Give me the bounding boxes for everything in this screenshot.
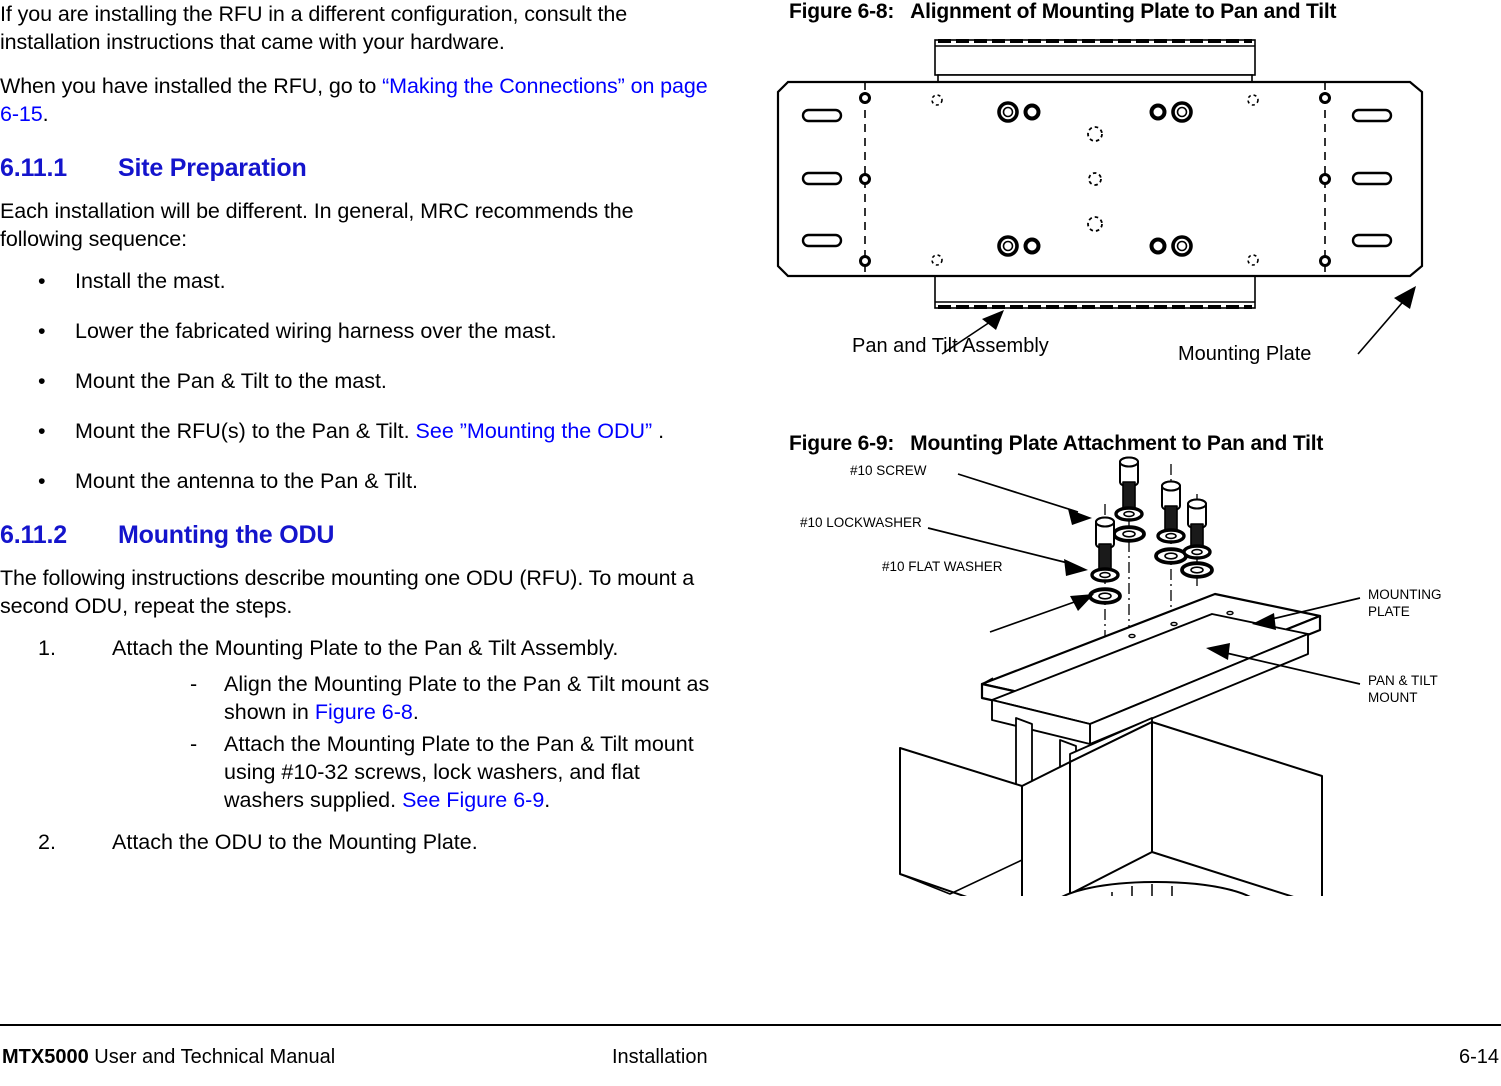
figure-6-9-number: Figure 6-9: — [789, 432, 895, 455]
paragraph-2-suffix: . — [42, 102, 49, 126]
bullet-marker-icon: • — [38, 319, 46, 343]
heading-number-6-11-1: 6.11.1 — [0, 154, 67, 182]
list-item: • Install the mast. — [0, 267, 712, 295]
page-footer: MTX5000 User and Technical Manual Instal… — [0, 1046, 1501, 1076]
intro-paragraph-2: When you have installed the RFU, go to “… — [0, 72, 712, 128]
mounting-odu-intro: The following instructions describe moun… — [0, 566, 695, 618]
step-text: Attach the Mounting Plate to the Pan & T… — [112, 636, 619, 660]
list-item: - Align the Mounting Plate to the Pan & … — [112, 670, 712, 726]
figure-6-8-number: Figure 6-8: — [789, 0, 895, 23]
page: If you are installing the RFU in a diffe… — [0, 0, 1501, 1086]
heading-title-mounting-the-odu: Mounting the ODU — [118, 521, 335, 549]
heading-number-6-11-2: 6.11.2 — [0, 521, 67, 549]
step-number: 1. — [38, 636, 56, 660]
callout-pan-and-tilt-mount: PAN & TILT MOUNT — [1368, 673, 1438, 705]
bullet-text: Lower the fabricated wiring harness over… — [75, 319, 557, 343]
bullet-text-tail: . — [652, 419, 665, 443]
step-text: Attach the ODU to the Mounting Plate. — [112, 830, 478, 854]
list-item: - Attach the Mounting Plate to the Pan &… — [112, 730, 712, 814]
bullet-text: Mount the RFU(s) to the Pan & Tilt. — [75, 419, 416, 443]
dash-marker-icon: - — [190, 732, 198, 756]
bullet-marker-icon: • — [38, 269, 46, 293]
intro-paragraph-1: If you are installing the RFU in a diffe… — [0, 2, 628, 54]
figure-6-8-caption: Figure 6-8: Alignment of Mounting Plate … — [789, 0, 1501, 24]
bullet-marker-icon: • — [38, 419, 46, 443]
figure-6-9-caption: Figure 6-9: Mounting Plate Attachment to… — [789, 432, 1501, 456]
right-column: Figure 6-8: Alignment of Mounting Plate … — [760, 0, 1501, 896]
footer-product-name: MTX5000 — [2, 1046, 89, 1068]
footer-chapter-name: Installation — [612, 1046, 708, 1068]
substep-suffix: . — [544, 788, 551, 812]
list-item: 2. Attach the ODU to the Mounting Plate. — [0, 828, 712, 856]
list-item: 1. Attach the Mounting Plate to the Pan … — [0, 634, 712, 814]
dash-marker-icon: - — [190, 672, 198, 696]
link-mounting-the-odu[interactable]: See ”Mounting the ODU” — [416, 419, 653, 443]
callout-10-lockwasher: #10 LOCKWASHER — [800, 515, 922, 530]
site-preparation-bullet-list: • Install the mast. • Lower the fabricat… — [0, 267, 712, 495]
bullet-text: Install the mast. — [75, 269, 226, 293]
substep-prefix: Align the Mounting Plate to the Pan & Ti… — [224, 672, 710, 724]
figure-6-9-drawing: #10 SCREW #10 LOCKWASHER #10 FLAT WASHER… — [760, 456, 1501, 896]
paragraph-2-prefix: When you have installed the RFU, go to — [0, 74, 383, 98]
mounting-plate-top-view-svg — [776, 39, 1424, 355]
heading-mounting-the-odu: 6.11.2 Mounting the ODU — [0, 521, 712, 550]
substep-suffix: . — [412, 700, 419, 724]
footer-page-number: 6-14 — [1458, 1046, 1499, 1068]
bullet-marker-icon: • — [38, 369, 46, 393]
figure-6-8-drawing: Pan and Tilt Assembly Mounting Plate — [760, 24, 1501, 374]
link-see-figure-6-9[interactable]: See Figure 6-9 — [402, 788, 544, 812]
callout-10-flat-washer: #10 FLAT WASHER — [882, 559, 1003, 574]
bullet-text: Mount the Pan & Tilt to the mast. — [75, 369, 387, 393]
substep-list: - Align the Mounting Plate to the Pan & … — [112, 670, 712, 814]
heading-site-preparation: 6.11.1 Site Preparation — [0, 154, 712, 183]
link-figure-6-8[interactable]: Figure 6-8 — [315, 700, 413, 724]
footer-manual-subtitle: User and Technical Manual — [88, 1046, 336, 1068]
bullet-text: Mount the antenna to the Pan & Tilt. — [75, 469, 419, 493]
list-item: • Mount the antenna to the Pan & Tilt. — [0, 467, 712, 495]
heading-title-site-preparation: Site Preparation — [118, 154, 307, 182]
mounting-odu-step-list: 1. Attach the Mounting Plate to the Pan … — [0, 634, 712, 856]
callout-10-screw: #10 SCREW — [850, 463, 927, 478]
figure-6-9-title: Mounting Plate Attachment to Pan and Til… — [910, 432, 1324, 455]
footer-manual-title: MTX5000 User and Technical Manual — [2, 1046, 335, 1069]
list-item: • Mount the Pan & Tilt to the mast. — [0, 367, 712, 395]
figure-6-8-title: Alignment of Mounting Plate to Pan and T… — [910, 0, 1337, 23]
site-preparation-intro: Each installation will be different. In … — [0, 199, 634, 251]
footer-divider — [0, 1024, 1501, 1026]
list-item: • Mount the RFU(s) to the Pan & Tilt. Se… — [0, 417, 712, 445]
step-number: 2. — [38, 830, 56, 854]
label-pan-and-tilt-assembly: Pan and Tilt Assembly — [852, 335, 1049, 357]
callout-mounting-plate: MOUNTING PLATE — [1368, 587, 1442, 619]
list-item: • Lower the fabricated wiring harness ov… — [0, 317, 712, 345]
left-column: If you are installing the RFU in a diffe… — [0, 0, 712, 870]
label-mounting-plate: Mounting Plate — [1178, 343, 1312, 365]
bullet-marker-icon: • — [38, 469, 46, 493]
